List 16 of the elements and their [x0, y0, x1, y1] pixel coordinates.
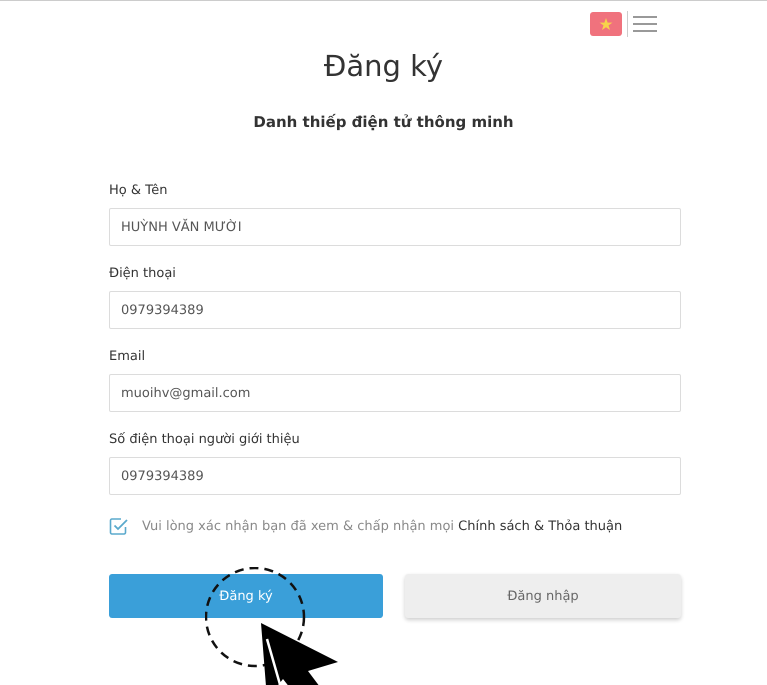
- page-title: Đăng ký: [322, 49, 444, 83]
- login-button[interactable]: Đăng nhập: [405, 574, 681, 618]
- input-field[interactable]: 0979394389: [109, 457, 681, 495]
- consent-text: Vui lòng xác nhận bạn đã xem & chấp nhận mọi Chính sách & Thỏa thuận: [142, 519, 622, 534]
- field-label: Họ & Tên: [109, 183, 168, 198]
- field-label: Email: [109, 349, 146, 364]
- field-label: Điện thoại: [109, 266, 176, 281]
- input-field[interactable]: HUỲNH VĂN MƯỜI: [109, 208, 681, 246]
- menu-icon[interactable]: [633, 14, 657, 34]
- field-label: Số điện thoại người giới thiệu: [109, 432, 300, 447]
- page-subtitle: Danh thiếp điện tử thông minh: [252, 113, 515, 131]
- input-field[interactable]: muoihv@gmail.com: [109, 374, 681, 412]
- vietnam-flag-icon[interactable]: [590, 12, 622, 36]
- checkbox[interactable]: [109, 517, 128, 536]
- policy-link[interactable]: Chính sách & Thỏa thuận: [458, 519, 622, 534]
- input-field[interactable]: 0979394389: [109, 291, 681, 329]
